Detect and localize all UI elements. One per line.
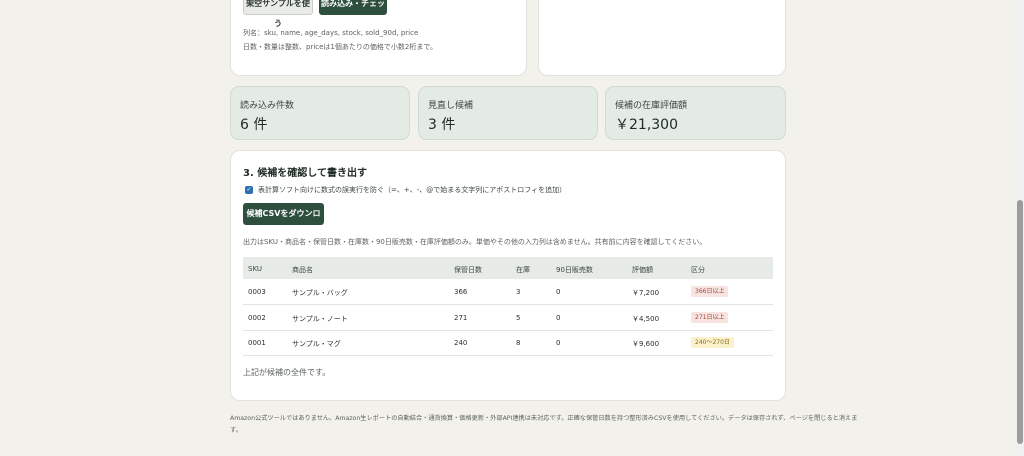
cell-sku: 0002 xyxy=(248,314,266,322)
cell-value: ￥7,200 xyxy=(632,289,660,297)
stat-label: 候補の在庫評価額 xyxy=(615,101,688,111)
formula-guard-checkbox[interactable]: ✓ xyxy=(245,186,253,194)
section-title: 3. 候補を確認して書き出す xyxy=(243,168,367,179)
cell-name: サンプル・マグ xyxy=(292,340,341,348)
tag-badge: 271日以上 xyxy=(691,312,729,323)
formula-guard-label: 表計算ソフト向けに数式の誤実行を防ぐ（=、+、-、@で始まる文字列にアポストロフ… xyxy=(258,186,567,194)
cell-name: サンプル・バッグ xyxy=(292,289,348,297)
tag-badge: 240〜270日 xyxy=(691,337,734,348)
cell-sku: 0003 xyxy=(248,288,266,296)
col-header-days: 保管日数 xyxy=(454,266,482,274)
tag-badge: 366日以上 xyxy=(691,286,729,297)
cell-stock: 8 xyxy=(516,339,521,347)
scrollbar-thumb[interactable] xyxy=(1017,200,1023,444)
row-divider xyxy=(243,330,773,331)
stat-value: ￥21,300 xyxy=(615,117,678,133)
stat-card-inventory-value: 候補の在庫評価額 ￥21,300 xyxy=(605,86,786,140)
column-names-note: 列名：sku, name, age_days, stock, sold_90d,… xyxy=(243,29,419,37)
cell-sold: 0 xyxy=(556,314,561,322)
disclaimer-line-1: Amazon公式ツールではありません。Amazon生レポートの自動結合・通貨換算… xyxy=(230,415,858,422)
disclaimer-line-2: す。 xyxy=(230,427,242,434)
cell-value: ￥4,500 xyxy=(632,315,660,323)
download-csv-button[interactable]: 候補CSVをダウンロード xyxy=(243,203,324,238)
col-header-stock: 在庫 xyxy=(516,266,530,274)
load-check-button[interactable]: 読み込み・チェック xyxy=(319,0,387,28)
format-note: 日数・数量は整数、priceは1個あたりの価格で小数2桁まで。 xyxy=(243,43,438,51)
col-header-tag: 区分 xyxy=(691,266,705,274)
stat-value: 6 件 xyxy=(240,117,268,133)
cell-sold: 0 xyxy=(556,339,561,347)
use-sample-button[interactable]: 架空サンプルを使う xyxy=(243,0,313,28)
preview-card xyxy=(538,0,786,76)
stat-card-candidates: 見直し候補 3 件 xyxy=(418,86,598,140)
all-candidates-note: 上記が候補の全件です。 xyxy=(243,368,331,377)
col-header-name: 商品名 xyxy=(292,266,313,274)
cell-value: ￥9,600 xyxy=(632,340,660,348)
cell-name: サンプル・ノート xyxy=(292,315,348,323)
cell-sku: 0001 xyxy=(248,339,266,347)
stat-value: 3 件 xyxy=(428,117,456,133)
cell-days: 240 xyxy=(454,339,468,347)
stat-label: 読み込み件数 xyxy=(240,101,295,111)
stat-card-loaded: 読み込み件数 6 件 xyxy=(230,86,410,140)
col-header-sku: SKU xyxy=(248,265,262,273)
cell-stock: 3 xyxy=(516,288,521,296)
col-header-value: 評価額 xyxy=(632,266,653,274)
stat-label: 見直し候補 xyxy=(428,101,474,111)
row-divider xyxy=(243,304,773,305)
output-note: 出力はSKU・商品名・保管日数・在庫数・90日販売数・在庫評価額のみ。単価やその… xyxy=(243,238,707,246)
cell-stock: 5 xyxy=(516,314,521,322)
row-divider xyxy=(243,355,773,356)
cell-days: 271 xyxy=(454,314,468,322)
col-header-sold: 90日販売数 xyxy=(556,266,593,274)
cell-sold: 0 xyxy=(556,288,561,296)
cell-days: 366 xyxy=(454,288,468,296)
